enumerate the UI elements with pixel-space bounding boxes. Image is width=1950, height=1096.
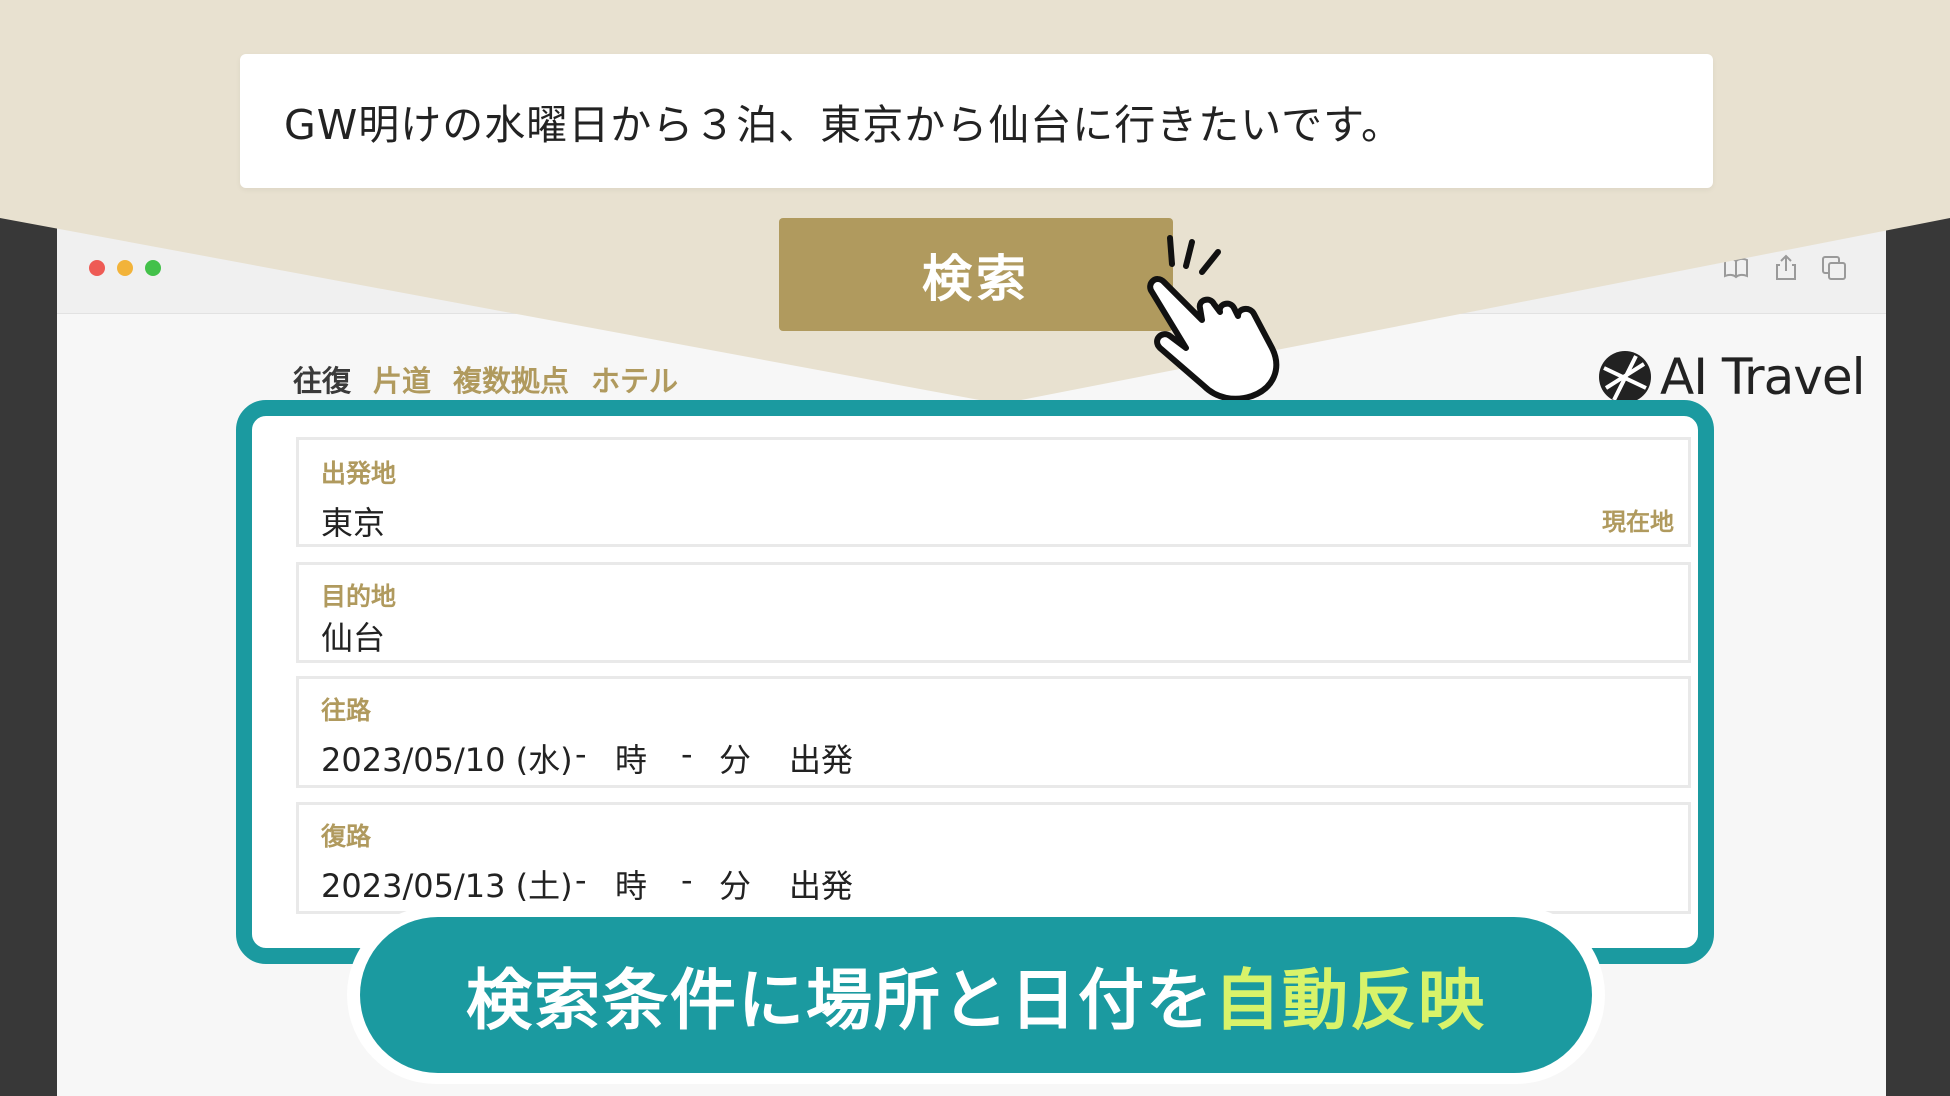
minimize-window-button[interactable]	[117, 260, 133, 276]
trip-type-tabs: 往復 片道 複数拠点 ホテル	[293, 358, 678, 400]
destination-label: 目的地	[321, 582, 397, 611]
tab-round-trip[interactable]: 往復	[293, 358, 351, 400]
return-label: 復路	[321, 822, 372, 851]
departure-field[interactable]: 出発地 東京 現在地	[296, 437, 1691, 547]
return-field[interactable]: 復路 2023/05/13 (土) - 時 - 分 出発	[296, 802, 1691, 914]
tab-one-way[interactable]: 片道	[373, 358, 431, 400]
logo-text: AI Travel	[1660, 348, 1865, 406]
outbound-mode[interactable]: 出発	[789, 735, 853, 781]
departure-label: 出発地	[321, 459, 397, 488]
prompt-input[interactable]: GW明けの水曜日から３泊、東京から仙台に行きたいです。	[240, 54, 1713, 188]
tabs-icon[interactable]	[1820, 254, 1848, 282]
outbound-minute-unit: 分	[719, 741, 752, 779]
outbound-field[interactable]: 往路 2023/05/10 (水) - 時 - 分 出発	[296, 676, 1691, 788]
share-icon[interactable]	[1772, 254, 1800, 282]
outbound-date[interactable]: 2023/05/10 (水)	[321, 735, 573, 781]
tab-multi-city[interactable]: 複数拠点	[453, 358, 569, 400]
close-window-button[interactable]	[89, 260, 105, 276]
search-button[interactable]: 検索	[779, 218, 1173, 331]
caption-main: 検索条件に場所と日付を	[466, 962, 1214, 1039]
outbound-minute[interactable]: -	[681, 735, 693, 773]
return-hour-unit: 時	[615, 867, 648, 905]
caption-pill: 検索条件に場所と日付を 自動反映	[360, 917, 1592, 1073]
return-minute[interactable]: -	[681, 861, 693, 899]
outbound-hour-unit: 時	[615, 741, 648, 779]
ai-travel-logo: AI Travel	[1596, 348, 1865, 406]
search-button-label: 検索	[922, 249, 1030, 308]
pointing-hand-icon	[1147, 235, 1280, 402]
outbound-hour[interactable]: -	[575, 735, 587, 773]
destination-value: 仙台	[321, 619, 386, 657]
caption-highlight: 自動反映	[1214, 962, 1486, 1039]
ai-travel-logo-icon	[1599, 351, 1651, 403]
return-date[interactable]: 2023/05/13 (土)	[321, 861, 573, 907]
destination-field[interactable]: 目的地 仙台	[296, 562, 1691, 663]
return-mode[interactable]: 出発	[789, 861, 853, 907]
return-minute-unit: 分	[719, 867, 752, 905]
tab-hotel[interactable]: ホテル	[591, 358, 678, 400]
return-hour[interactable]: -	[575, 861, 587, 899]
prompt-text: GW明けの水曜日から３泊、東京から仙台に行きたいです。	[284, 101, 1403, 149]
maximize-window-button[interactable]	[145, 260, 161, 276]
outbound-label: 往路	[321, 696, 372, 725]
departure-value: 東京	[321, 504, 386, 542]
current-location-button[interactable]: 現在地	[1602, 502, 1674, 537]
